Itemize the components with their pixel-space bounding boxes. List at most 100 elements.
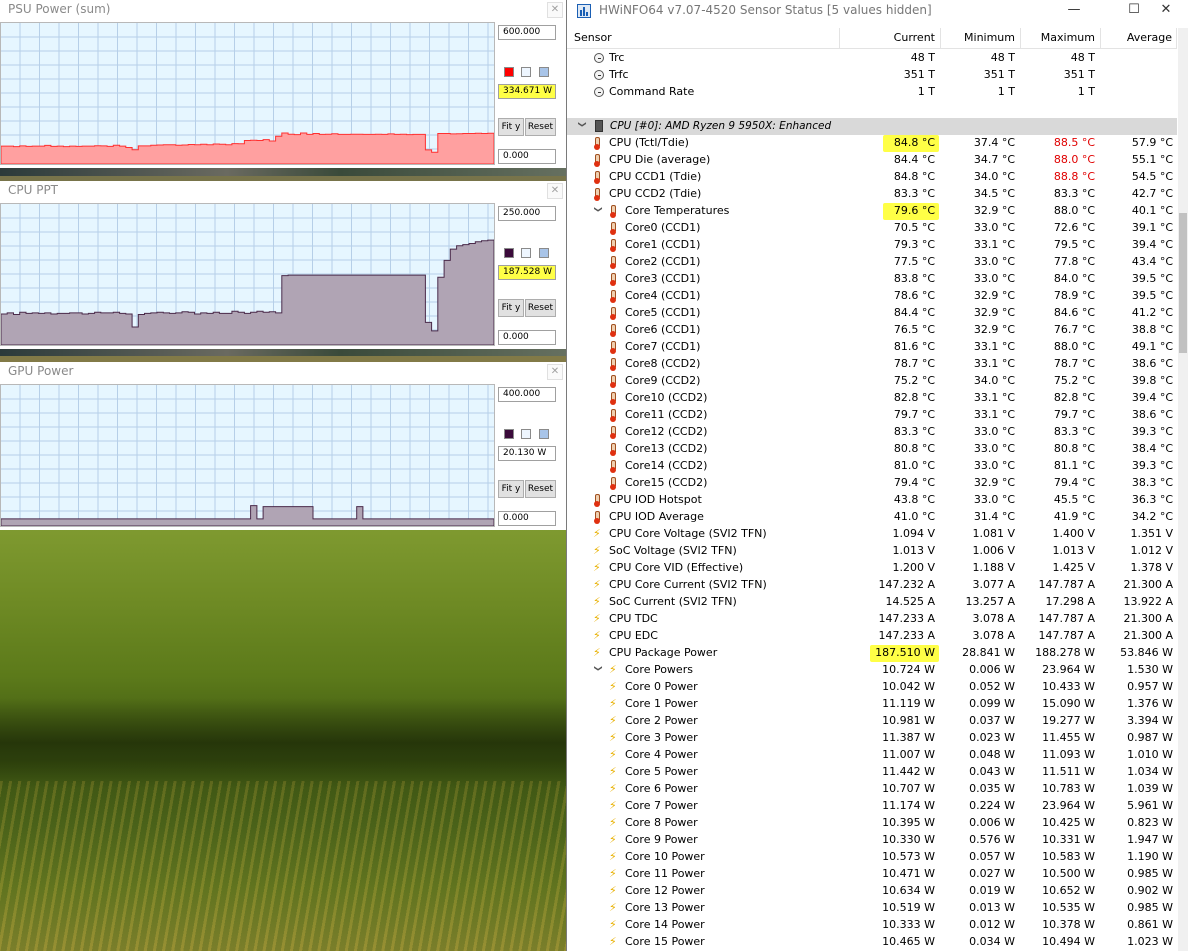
maximum-value: 83.3 °C bbox=[1053, 425, 1095, 438]
reset-button[interactable]: Reset bbox=[525, 299, 556, 317]
sensor-row[interactable]: Core 12 Power 10.634 W 0.019 W 10.652 W 0.90… bbox=[567, 883, 1177, 900]
series-color-swatch[interactable] bbox=[504, 248, 514, 258]
lightning-icon bbox=[609, 883, 620, 899]
average-value: 21.300 A bbox=[1123, 578, 1173, 591]
sensor-row[interactable]: Core 9 Power 10.330 W 0.576 W 10.331 W 1.947… bbox=[567, 832, 1177, 849]
sensor-row[interactable]: Core13 (CCD2) 80.8 °C 33.0 °C 80.8 °C 38.4 °… bbox=[567, 441, 1177, 458]
close-icon[interactable]: ✕ bbox=[547, 2, 563, 18]
column-current[interactable]: Current bbox=[840, 28, 941, 49]
graph-max-value[interactable]: 600.000 bbox=[498, 25, 556, 40]
series-color-swatch[interactable] bbox=[504, 429, 514, 439]
minimize-icon[interactable]: — bbox=[1051, 0, 1097, 22]
current-value: 14.525 A bbox=[885, 595, 935, 608]
sensor-row[interactable]: Core3 (CCD1) 83.8 °C 33.0 °C 84.0 °C 39.5 °C bbox=[567, 271, 1177, 288]
graph-max-value[interactable]: 250.000 bbox=[498, 206, 556, 221]
fit-y-button[interactable]: Fit y bbox=[498, 118, 524, 136]
graph-max-value[interactable]: 400.000 bbox=[498, 387, 556, 402]
sensor-row[interactable]: Core9 (CCD2) 75.2 °C 34.0 °C 75.2 °C 39.8 °C bbox=[567, 373, 1177, 390]
hwinfo-sensor-window[interactable]: HWiNFO64 v7.07-4520 Sensor Status [5 val… bbox=[566, 0, 1188, 951]
sensor-row[interactable]: Core 4 Power 11.007 W 0.048 W 11.093 W 1.010… bbox=[567, 747, 1177, 764]
sensor-row[interactable] bbox=[567, 101, 1177, 118]
series-color-swatch[interactable] bbox=[504, 67, 514, 77]
sensor-row[interactable]: SoC Voltage (SVI2 TFN) 1.013 V 1.006 V 1.01… bbox=[567, 543, 1177, 560]
graph-min-value[interactable]: 0.000 bbox=[498, 149, 556, 164]
close-icon[interactable]: ✕ bbox=[547, 364, 563, 380]
sensor-row[interactable]: CPU Die (average) 84.4 °C 34.7 °C 88.0 °C 55… bbox=[567, 152, 1177, 169]
scrollbar-thumb[interactable] bbox=[1179, 213, 1187, 353]
expand-chevron-icon[interactable]: ❯ bbox=[574, 121, 590, 131]
grid-color-swatch[interactable] bbox=[539, 429, 549, 439]
sensor-row[interactable]: Core 14 Power 10.333 W 0.012 W 10.378 W 0.86… bbox=[567, 917, 1177, 934]
sensor-row[interactable]: CPU TDC 147.233 A 3.078 A 147.787 A 21.300 A bbox=[567, 611, 1177, 628]
expand-chevron-icon[interactable]: ❯ bbox=[590, 665, 606, 675]
close-icon[interactable]: ✕ bbox=[547, 183, 563, 199]
sensor-row[interactable]: CPU Package Power 187.510 W 28.841 W 188.27… bbox=[567, 645, 1177, 662]
sensor-row[interactable]: Core 11 Power 10.471 W 0.027 W 10.500 W 0.98… bbox=[567, 866, 1177, 883]
expand-chevron-icon[interactable]: ❯ bbox=[590, 206, 606, 216]
sensor-row[interactable]: Core 8 Power 10.395 W 0.006 W 10.425 W 0.823… bbox=[567, 815, 1177, 832]
sensor-row[interactable]: CPU (Tctl/Tdie) 84.8 °C 37.4 °C 88.5 °C 57.9… bbox=[567, 135, 1177, 152]
sensor-row[interactable]: Core 1 Power 11.119 W 0.099 W 15.090 W 1.376… bbox=[567, 696, 1177, 713]
sensor-row[interactable]: CPU Core Voltage (SVI2 TFN) 1.094 V 1.081 … bbox=[567, 526, 1177, 543]
sensor-row[interactable]: CPU EDC 147.233 A 3.078 A 147.787 A 21.300 A bbox=[567, 628, 1177, 645]
sensor-row[interactable]: Core11 (CCD2) 79.7 °C 33.1 °C 79.7 °C 38.6 °… bbox=[567, 407, 1177, 424]
sensor-row[interactable]: Core1 (CCD1) 79.3 °C 33.1 °C 79.5 °C 39.4 °C bbox=[567, 237, 1177, 254]
sensor-row[interactable]: Core15 (CCD2) 79.4 °C 32.9 °C 79.4 °C 38.3 °… bbox=[567, 475, 1177, 492]
sensor-row[interactable]: CPU Core Current (SVI2 TFN) 147.232 A 3.07… bbox=[567, 577, 1177, 594]
sensor-row[interactable]: CPU IOD Average 41.0 °C 31.4 °C 41.9 °C 34.2… bbox=[567, 509, 1177, 526]
sensor-row[interactable]: Core 3 Power 11.387 W 0.023 W 11.455 W 0.987… bbox=[567, 730, 1177, 747]
sensor-row[interactable]: Core 13 Power 10.519 W 0.013 W 10.535 W 0.98… bbox=[567, 900, 1177, 917]
sensor-row[interactable]: Core12 (CCD2) 83.3 °C 33.0 °C 83.3 °C 39.3 °… bbox=[567, 424, 1177, 441]
sensor-row[interactable]: CPU Core VID (Effective) 1.200 V 1.188 V 1.… bbox=[567, 560, 1177, 577]
fit-y-button[interactable]: Fit y bbox=[498, 299, 524, 317]
sensor-list[interactable]: Trc 48 T 48 T 48 T Trfc 351 T 351 T 351 T Comman… bbox=[567, 50, 1177, 951]
fit-y-button[interactable]: Fit y bbox=[498, 480, 524, 498]
sensor-row[interactable]: Core 7 Power 11.174 W 0.224 W 23.964 W 5.961… bbox=[567, 798, 1177, 815]
vertical-scrollbar[interactable] bbox=[1178, 28, 1188, 951]
sensor-group-row[interactable]: ❯ CPU [#0]: AMD Ryzen 9 5950X: Enhanced bbox=[567, 118, 1177, 135]
background-color-swatch[interactable] bbox=[521, 248, 531, 258]
column-maximum[interactable]: Maximum bbox=[1021, 28, 1101, 49]
sensor-row[interactable]: Core14 (CCD2) 81.0 °C 33.0 °C 81.1 °C 39.3 °… bbox=[567, 458, 1177, 475]
sensor-row[interactable]: CPU IOD Hotspot 43.8 °C 33.0 °C 45.5 °C 36.3… bbox=[567, 492, 1177, 509]
sensor-row[interactable]: ❯ Core Temperatures 79.6 °C 32.9 °C 88.0 °C 4… bbox=[567, 203, 1177, 220]
sensor-row[interactable]: Core 5 Power 11.442 W 0.043 W 11.511 W 1.034… bbox=[567, 764, 1177, 781]
sensor-row[interactable]: Core10 (CCD2) 82.8 °C 33.1 °C 82.8 °C 39.4 °… bbox=[567, 390, 1177, 407]
sensor-row[interactable]: Core 15 Power 10.465 W 0.034 W 10.494 W 1.02… bbox=[567, 934, 1177, 951]
reset-button[interactable]: Reset bbox=[525, 118, 556, 136]
grid-color-swatch[interactable] bbox=[539, 248, 549, 258]
background-color-swatch[interactable] bbox=[521, 67, 531, 77]
background-color-swatch[interactable] bbox=[521, 429, 531, 439]
sensor-row[interactable]: Command Rate 1 T 1 T 1 T bbox=[567, 84, 1177, 101]
column-minimum[interactable]: Minimum bbox=[941, 28, 1021, 49]
sensor-row[interactable]: Core8 (CCD2) 78.7 °C 33.1 °C 78.7 °C 38.6 °C bbox=[567, 356, 1177, 373]
sensor-row[interactable]: ❯ Core Powers 10.724 W 0.006 W 23.964 W 1.530… bbox=[567, 662, 1177, 679]
gpu-power-graph-window[interactable]: GPU Power ✕ 400.000 20.130 W Fit y Reset… bbox=[0, 362, 567, 530]
cpu-ppt-graph-window[interactable]: CPU PPT ✕ 250.000 187.528 W Fit y Reset … bbox=[0, 181, 567, 349]
psu-power-graph-window[interactable]: PSU Power (sum) ✕ 600.000 334.671 W Fit … bbox=[0, 0, 567, 168]
sensor-row[interactable]: CPU CCD1 (Tdie) 84.8 °C 34.0 °C 88.8 °C 54.5… bbox=[567, 169, 1177, 186]
sensor-row[interactable]: Trfc 351 T 351 T 351 T bbox=[567, 67, 1177, 84]
sensor-row[interactable]: Core 2 Power 10.981 W 0.037 W 19.277 W 3.394… bbox=[567, 713, 1177, 730]
reset-button[interactable]: Reset bbox=[525, 480, 556, 498]
close-icon[interactable]: ✕ bbox=[1143, 0, 1188, 22]
column-sensor[interactable]: Sensor bbox=[567, 28, 840, 49]
sensor-row[interactable]: Core 6 Power 10.707 W 0.035 W 10.783 W 1.039… bbox=[567, 781, 1177, 798]
graph-min-value[interactable]: 0.000 bbox=[498, 511, 556, 526]
title-bar[interactable]: HWiNFO64 v7.07-4520 Sensor Status [5 val… bbox=[567, 0, 1188, 22]
sensor-row[interactable]: CPU CCD2 (Tdie) 83.3 °C 34.5 °C 83.3 °C 42.7… bbox=[567, 186, 1177, 203]
column-average[interactable]: Average bbox=[1101, 28, 1177, 49]
sensor-row[interactable]: Core4 (CCD1) 78.6 °C 32.9 °C 78.9 °C 39.5 °C bbox=[567, 288, 1177, 305]
sensor-row[interactable]: Core0 (CCD1) 70.5 °C 33.0 °C 72.6 °C 39.1 °C bbox=[567, 220, 1177, 237]
sensor-row[interactable]: Trc 48 T 48 T 48 T bbox=[567, 50, 1177, 67]
sensor-row[interactable]: SoC Current (SVI2 TFN) 14.525 A 13.257 A 17… bbox=[567, 594, 1177, 611]
lightning-icon bbox=[593, 543, 604, 559]
sensor-row[interactable]: Core7 (CCD1) 81.6 °C 33.1 °C 88.0 °C 49.1 °C bbox=[567, 339, 1177, 356]
sensor-row[interactable]: Core2 (CCD1) 77.5 °C 33.0 °C 77.8 °C 43.4 °C bbox=[567, 254, 1177, 271]
sensor-row[interactable]: Core5 (CCD1) 84.4 °C 32.9 °C 84.6 °C 41.2 °C bbox=[567, 305, 1177, 322]
sensor-row[interactable]: Core 10 Power 10.573 W 0.057 W 10.583 W 1.19… bbox=[567, 849, 1177, 866]
grid-color-swatch[interactable] bbox=[539, 67, 549, 77]
graph-min-value[interactable]: 0.000 bbox=[498, 330, 556, 345]
sensor-row[interactable]: Core 0 Power 10.042 W 0.052 W 10.433 W 0.957… bbox=[567, 679, 1177, 696]
sensor-row[interactable]: Core6 (CCD1) 76.5 °C 32.9 °C 76.7 °C 38.8 °C bbox=[567, 322, 1177, 339]
